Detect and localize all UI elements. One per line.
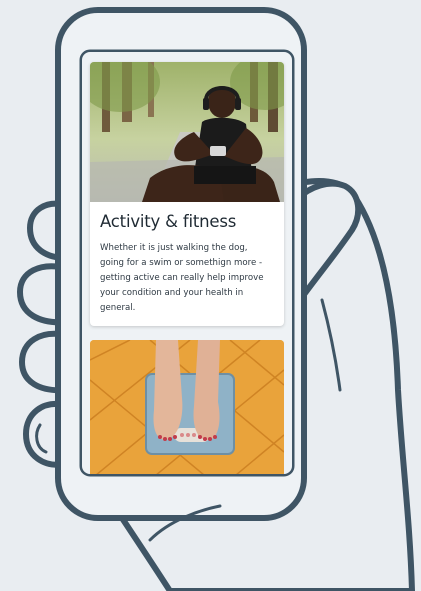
phone-screen: Activity & fitness Whether it is just wa… bbox=[82, 52, 292, 474]
weight-card[interactable] bbox=[90, 340, 284, 474]
feet-on-scale-photo bbox=[90, 340, 284, 474]
activity-card-title: Activity & fitness bbox=[100, 212, 237, 231]
activity-card-description: Whether it is just walking the dog, goin… bbox=[100, 243, 264, 313]
phone-hand-illustration: Activity & fitness Whether it is just wa… bbox=[0, 0, 421, 591]
man-exercising-photo bbox=[90, 62, 284, 202]
activity-card[interactable]: Activity & fitness Whether it is just wa… bbox=[90, 62, 284, 326]
activity-card-body: Activity & fitness Whether it is just wa… bbox=[90, 202, 284, 316]
